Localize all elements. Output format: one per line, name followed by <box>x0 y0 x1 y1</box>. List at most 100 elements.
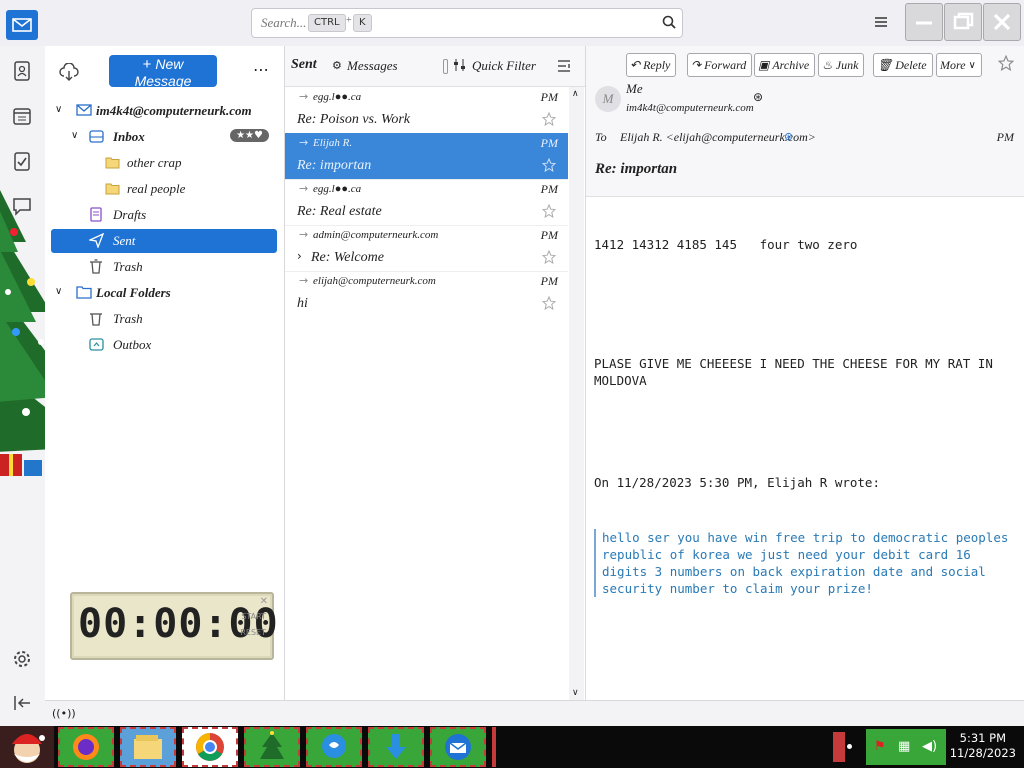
folder-outbox[interactable]: Outbox <box>51 333 277 357</box>
quick-filter-button[interactable]: Quick Filter <box>472 58 536 74</box>
taskbar-file-explorer-icon[interactable] <box>120 727 176 767</box>
contact-icon[interactable]: ⊛ <box>784 130 793 143</box>
calendar-icon[interactable] <box>11 105 33 127</box>
chevron-down-icon[interactable]: ∨ <box>55 286 62 297</box>
taskbar-date: 11/28/2023 <box>949 746 1016 760</box>
stopwatch-start-button[interactable]: START <box>241 612 266 621</box>
collapse-sidebar-icon[interactable] <box>11 692 33 714</box>
taskbar-chat-icon[interactable] <box>306 727 362 767</box>
search-box[interactable]: Search... CTRL + K <box>251 8 683 38</box>
message-list-header: Sent ⚙ Messages Quick Filter <box>285 46 585 87</box>
taskbar-firefox-icon[interactable] <box>58 727 114 767</box>
messages-count-icon: ⚙ <box>332 59 342 72</box>
search-icon[interactable] <box>662 15 676 29</box>
from-name: Me <box>626 81 643 96</box>
replied-arrow-icon: → <box>299 90 309 103</box>
message-time: PM <box>996 130 1014 144</box>
new-message-button[interactable]: + New Message <box>109 55 217 89</box>
to-label: To <box>595 130 607 144</box>
local-folders-row[interactable]: ∨ Local Folders <box>51 281 277 305</box>
trash-icon: 🗑 <box>877 57 893 72</box>
message-list-scrollbar[interactable]: ∧ ∨ <box>569 87 584 700</box>
stopwatch-widget[interactable]: 00:00:00 START RESET ✕ <box>70 592 278 660</box>
folder-icon <box>76 285 92 299</box>
get-messages-icon[interactable] <box>59 63 79 81</box>
message-list-pane: Sent ⚙ Messages Quick Filter → egg.l●●.c… <box>285 46 586 700</box>
status-bar: ((•)) <box>45 700 1024 727</box>
close-icon[interactable]: ✕ <box>260 596 268 607</box>
archive-button[interactable]: ▣ Archive <box>754 53 816 77</box>
network-icon[interactable]: ▦ <box>898 739 910 754</box>
message-row[interactable]: → admin@computerneurk.com PM › Re: Welco… <box>285 225 568 272</box>
message-body: 1412 14312 4185 145 four two zero PLASE … <box>594 202 1014 631</box>
star-icon[interactable] <box>542 204 556 218</box>
start-santa-icon[interactable] <box>0 726 54 768</box>
folder-real-people[interactable]: real people <box>51 177 277 201</box>
outbox-icon <box>89 337 104 352</box>
restore-button[interactable] <box>944 3 982 41</box>
scroll-down-icon[interactable]: ∨ <box>572 688 579 698</box>
message-reader-pane: ↶ Reply ↷ Forward ▣ Archive ♨ Junk 🗑 Delete M… <box>586 46 1024 700</box>
taskbar-tree-icon[interactable] <box>244 727 300 767</box>
forward-icon: ↷ <box>691 57 702 72</box>
unread-badge: ★★♥ <box>230 129 269 142</box>
drafts-icon <box>89 207 103 222</box>
folder-inbox[interactable]: ∨ Inbox ★★♥ <box>51 125 277 149</box>
folder-icon <box>105 156 120 169</box>
chevron-down-icon: ∨ <box>968 59 976 71</box>
folder-sent[interactable]: Sent <box>51 229 277 253</box>
message-row[interactable]: → egg.l●●.ca PM Re: Poison vs. Work <box>285 87 568 134</box>
minimize-button[interactable] <box>905 3 943 41</box>
forward-button[interactable]: ↷ Forward <box>687 53 753 77</box>
close-button[interactable] <box>983 3 1021 41</box>
volume-icon[interactable]: ◀) <box>922 739 937 754</box>
tasks-icon[interactable] <box>11 150 33 172</box>
app-menu-icon[interactable] <box>874 15 888 29</box>
folder-pane-menu-icon[interactable]: ⋯ <box>253 60 269 79</box>
system-tray: ⚑ ▦ ◀) <box>866 729 946 765</box>
taskbar-download-icon[interactable] <box>368 727 424 767</box>
mail-app-icon[interactable] <box>6 10 38 40</box>
delete-button[interactable]: 🗑 Delete <box>873 53 933 77</box>
star-icon[interactable] <box>542 296 556 310</box>
folder-drafts[interactable]: Drafts <box>51 203 277 227</box>
taskbar-time: 5:31 PM <box>959 731 1007 745</box>
folder-other-crap[interactable]: other crap <box>51 151 277 175</box>
folder-pane: + New Message ⋯ ∨ im4k4t@computerneurk.co… <box>45 46 285 700</box>
taskbar-chrome-icon[interactable] <box>182 727 238 767</box>
chevron-down-icon[interactable]: ∨ <box>55 104 62 115</box>
address-book-icon[interactable] <box>11 60 33 82</box>
connection-status-icon[interactable]: ((•)) <box>52 707 76 720</box>
account-row[interactable]: ∨ im4k4t@computerneurk.com <box>51 99 277 123</box>
quick-filter-icon[interactable] <box>453 58 466 72</box>
star-icon[interactable] <box>998 55 1014 71</box>
junk-icon: ♨ <box>822 57 833 72</box>
stopwatch-reset-button[interactable]: RESET <box>240 628 266 637</box>
avatar: M <box>595 86 621 112</box>
more-button[interactable]: More ∨ <box>936 53 982 77</box>
scroll-up-icon[interactable]: ∧ <box>572 89 579 99</box>
star-icon[interactable] <box>542 112 556 126</box>
replied-arrow-icon: → <box>299 274 309 287</box>
star-icon[interactable] <box>542 250 556 264</box>
taskbar-clock[interactable]: 5:31 PM 11/28/2023 <box>950 731 1016 761</box>
plus-icon: + <box>142 56 152 73</box>
taskbar-thunderbird-icon[interactable] <box>430 727 486 767</box>
body-line: PLASE GIVE ME CHEEESE I NEED THE CHEESE … <box>594 356 1001 388</box>
folder-local-trash[interactable]: Trash <box>51 307 277 331</box>
trash-icon <box>89 311 103 326</box>
message-row[interactable]: → elijah@computerneurk.com PM hi <box>285 271 568 317</box>
junk-button[interactable]: ♨ Junk <box>818 53 865 77</box>
chevron-down-icon[interactable]: ∨ <box>71 130 78 141</box>
title-bar: Search... CTRL + K <box>0 0 1024 47</box>
security-alert-icon[interactable]: ⚑ <box>874 739 886 754</box>
list-options-icon[interactable] <box>557 59 571 73</box>
star-icon[interactable] <box>542 158 556 172</box>
reply-button[interactable]: ↶ Reply <box>626 53 677 77</box>
settings-gear-icon[interactable] <box>11 648 33 670</box>
chevron-right-icon[interactable]: › <box>297 249 302 263</box>
contact-icon[interactable]: ⊛ <box>753 90 763 104</box>
folder-trash[interactable]: Trash <box>51 255 277 279</box>
message-row[interactable]: → egg.l●●.ca PM Re: Real estate <box>285 179 568 226</box>
message-row-selected[interactable]: → Elijah R. PM Re: importan <box>285 133 568 180</box>
